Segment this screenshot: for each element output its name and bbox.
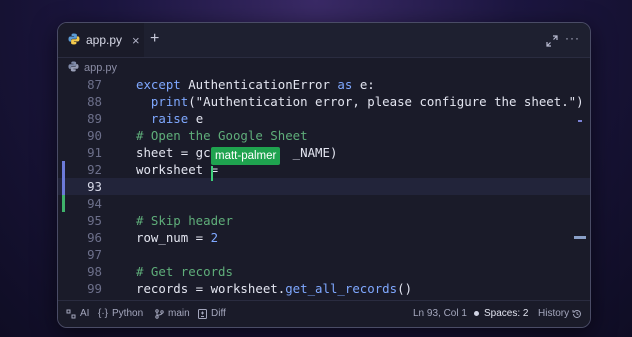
- line-number: 89: [87, 111, 102, 126]
- code-text: records = worksheet.get_all_records(): [136, 280, 412, 297]
- code-line[interactable]: 89 raise e: [58, 110, 590, 127]
- python-file-icon: [68, 33, 80, 48]
- branch-label: main: [168, 308, 190, 319]
- code-token: _NAME): [292, 145, 338, 160]
- code-token: e:: [359, 77, 375, 92]
- code-line[interactable]: 96 row_num = 2: [58, 229, 590, 246]
- diff-icon: [198, 308, 207, 319]
- added-line-marker: [62, 195, 65, 212]
- collaborator-cursor: [211, 166, 213, 181]
- new-tab-button[interactable]: +: [150, 31, 159, 47]
- code-token: AuthenticationError: [188, 77, 338, 92]
- collaborator-label: matt-palmer: [211, 147, 281, 165]
- breadcrumb-label: app.py: [84, 62, 118, 74]
- line-number: 96: [87, 230, 102, 245]
- braces-icon: {·}: [98, 308, 109, 319]
- close-tab-icon[interactable]: ×: [132, 33, 140, 48]
- code-line[interactable]: 91 sheet = gc. _NAME): [58, 144, 590, 161]
- code-token: e: [195, 111, 204, 126]
- code-token: except: [136, 77, 189, 92]
- code-line[interactable]: 90 # Open the Google Sheet: [58, 127, 590, 144]
- code-token: # Skip header: [136, 213, 233, 228]
- code-line[interactable]: 94: [58, 195, 590, 212]
- code-token: row_num =: [136, 230, 211, 245]
- code-token: raise: [136, 111, 196, 126]
- expand-icon[interactable]: [546, 34, 558, 52]
- line-number: 99: [87, 281, 102, 296]
- ai-label: AI: [80, 308, 90, 319]
- code-token: 2: [210, 230, 219, 245]
- tab-bar: app.py × + ···: [58, 23, 590, 58]
- language-label: Python: [112, 308, 144, 319]
- line-number: 97: [87, 247, 102, 262]
- code-token: sheet = gc.: [136, 145, 219, 160]
- line-number: 98: [87, 264, 102, 279]
- code-line[interactable]: 99 records = worksheet.get_all_records(): [58, 280, 590, 297]
- history-label: History: [538, 308, 570, 319]
- history-button[interactable]: History: [538, 308, 586, 319]
- editor-window: app.py × + ··· app.py 99 records = worksh…: [57, 22, 591, 328]
- code-text: # Skip header: [136, 212, 233, 229]
- python-file-icon: [68, 61, 79, 75]
- code-token: (): [397, 281, 413, 296]
- tab-label: app.py: [86, 33, 123, 47]
- code-text: # Open the Google Sheet: [136, 127, 308, 144]
- spaces-label: Spaces: 2: [484, 308, 529, 319]
- code-line[interactable]: 95 # Skip header: [58, 212, 590, 229]
- code-token: get_all_records: [285, 281, 398, 296]
- code-token: # Open the Google Sheet: [136, 128, 308, 143]
- breadcrumb[interactable]: app.py: [68, 60, 117, 76]
- line-number: 95: [87, 213, 102, 228]
- diff-label: Diff: [211, 308, 226, 319]
- ai-button[interactable]: AI: [66, 308, 89, 319]
- code-token: records = worksheet.: [136, 281, 286, 296]
- modified-line-marker: [62, 161, 65, 195]
- diff-button[interactable]: Diff: [198, 308, 226, 319]
- code-token: as: [337, 77, 360, 92]
- code-text: row_num = 2: [136, 229, 218, 246]
- code-line[interactable]: 87 except AuthenticationError as e:: [58, 76, 590, 93]
- code-line[interactable]: 88 print("Authentication error, please c…: [58, 93, 590, 110]
- cursor-position[interactable]: Ln 93, Col 1: [413, 308, 467, 319]
- code-text: raise e: [136, 110, 203, 127]
- code-token: # Get records: [136, 264, 233, 279]
- line-number: 91: [87, 145, 102, 160]
- history-icon: [572, 309, 582, 318]
- git-branch-icon: [155, 308, 164, 319]
- code-token: ("Authentication error, please configure…: [188, 94, 584, 109]
- language-selector[interactable]: {·} Python: [98, 308, 143, 319]
- branch-selector[interactable]: main: [155, 308, 190, 319]
- code-line[interactable]: 93: [58, 178, 590, 195]
- dot-icon: [474, 311, 479, 316]
- code-line[interactable]: 98 # Get records: [58, 263, 590, 280]
- scrollbar-thumb[interactable]: [574, 236, 586, 239]
- code-text: print("Authentication error, please conf…: [136, 93, 584, 110]
- line-number: 90: [87, 128, 102, 143]
- status-bar: AI {·} Python main Diff Ln 93, Col 1 Spa…: [58, 300, 590, 327]
- code-line[interactable]: 97: [58, 246, 590, 263]
- code-editor[interactable]: 99 records = worksheet.get_all_records() 9…: [58, 76, 590, 301]
- tab-app-py[interactable]: app.py ×: [58, 23, 144, 57]
- code-token: print: [136, 94, 189, 109]
- line-number: 88: [87, 94, 102, 109]
- code-text: # Get records: [136, 263, 233, 280]
- code-text: except AuthenticationError as e:: [136, 76, 375, 93]
- indentation-selector[interactable]: Spaces: 2: [474, 308, 528, 319]
- cursor-position-label: Ln 93, Col 1: [413, 308, 467, 319]
- ai-icon: [66, 309, 76, 318]
- line-number: 87: [87, 77, 102, 92]
- overview-ruler-marker: [578, 120, 582, 122]
- more-menu-icon[interactable]: ···: [565, 31, 580, 45]
- code-line[interactable]: 92 worksheet =: [58, 161, 590, 178]
